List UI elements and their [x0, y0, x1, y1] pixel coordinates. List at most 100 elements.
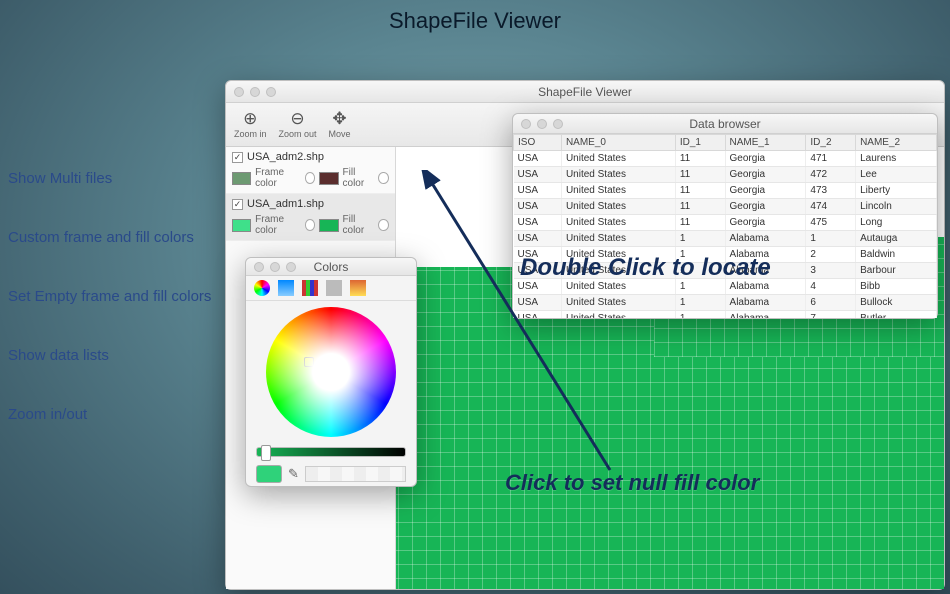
table-row[interactable]: USAUnited States1Alabama1Autauga [514, 231, 937, 247]
table-cell: USA [514, 183, 562, 199]
color-swatch-cells[interactable] [305, 466, 406, 482]
frame-color-clear[interactable] [305, 219, 316, 231]
table-cell: Georgia [725, 215, 806, 231]
table-row[interactable]: USAUnited States11Georgia475Long [514, 215, 937, 231]
table-cell: Georgia [725, 151, 806, 167]
window-controls[interactable] [226, 87, 276, 97]
table-cell: United States [561, 167, 675, 183]
table-cell: 473 [806, 183, 856, 199]
table-cell: Lincoln [856, 199, 937, 215]
table-row[interactable]: USAUnited States1Alabama7Butler [514, 311, 937, 319]
main-titlebar[interactable]: ShapeFile Viewer [226, 81, 944, 103]
move-button[interactable]: ✥ Move [329, 110, 351, 139]
fill-color-clear[interactable] [378, 219, 389, 231]
data-titlebar[interactable]: Data browser [513, 114, 937, 134]
table-row[interactable]: USAUnited States11Georgia471Laurens [514, 151, 937, 167]
zoom-icon[interactable] [553, 119, 563, 129]
column-header[interactable]: NAME_0 [561, 135, 675, 151]
fill-color-clear[interactable] [378, 172, 389, 184]
table-cell: United States [561, 199, 675, 215]
table-row[interactable]: USAUnited States11Georgia472Lee [514, 167, 937, 183]
color-picker-tabs[interactable] [246, 276, 416, 301]
table-cell: Baldwin [856, 247, 937, 263]
zoom-in-button[interactable]: ⊕ Zoom in [234, 110, 267, 139]
color-pencils-tab-icon[interactable] [350, 280, 366, 296]
table-row[interactable]: USAUnited States11Georgia473Liberty [514, 183, 937, 199]
table-cell: Georgia [725, 199, 806, 215]
table-cell: 11 [675, 151, 725, 167]
picked-color-swatch[interactable] [256, 465, 282, 483]
color-sliders-tab-icon[interactable] [278, 280, 294, 296]
column-header[interactable]: NAME_2 [856, 135, 937, 151]
table-cell: Autauga [856, 231, 937, 247]
eyedropper-icon[interactable]: ✎ [288, 466, 299, 482]
colors-titlebar[interactable]: Colors [246, 258, 416, 276]
layer-name: USA_adm1.shp [247, 198, 324, 210]
table-cell: United States [561, 295, 675, 311]
minimize-icon[interactable] [270, 262, 280, 272]
layer-checkbox[interactable]: ✓ [232, 199, 243, 210]
frame-color-swatch[interactable] [232, 219, 251, 232]
table-cell: Barbour [856, 263, 937, 279]
table-cell: USA [514, 295, 562, 311]
close-icon[interactable] [234, 87, 244, 97]
table-cell: 11 [675, 199, 725, 215]
data-browser-window: Data browser ISONAME_0ID_1NAME_1ID_2NAME… [512, 113, 938, 319]
close-icon[interactable] [521, 119, 531, 129]
data-table-wrap[interactable]: ISONAME_0ID_1NAME_1ID_2NAME_2 USAUnited … [513, 134, 937, 318]
table-cell: Bibb [856, 279, 937, 295]
zoom-out-button[interactable]: ⊖ Zoom out [279, 110, 317, 139]
zoom-out-icon: ⊖ [290, 110, 304, 128]
table-cell: United States [561, 183, 675, 199]
color-image-tab-icon[interactable] [326, 280, 342, 296]
color-palettes-tab-icon[interactable] [302, 280, 318, 296]
layer-item[interactable]: ✓ USA_adm1.shp Frame color Fill color [226, 194, 395, 241]
slider-thumb[interactable] [261, 445, 271, 461]
column-header[interactable]: ID_1 [675, 135, 725, 151]
table-cell: Lee [856, 167, 937, 183]
column-header[interactable]: ISO [514, 135, 562, 151]
callout-empty-colors: Set Empty frame and fill colors [8, 288, 228, 305]
fill-color-swatch[interactable] [319, 172, 338, 185]
table-cell: USA [514, 215, 562, 231]
layer-checkbox[interactable]: ✓ [232, 152, 243, 163]
color-wheel[interactable] [266, 307, 396, 437]
frame-color-swatch[interactable] [232, 172, 251, 185]
zoom-icon[interactable] [266, 87, 276, 97]
callout-data-lists: Show data lists [8, 347, 228, 364]
table-cell: Long [856, 215, 937, 231]
move-label: Move [329, 129, 351, 139]
frame-color-clear[interactable] [305, 172, 316, 184]
table-cell: Alabama [725, 311, 806, 319]
table-cell: 1 [806, 231, 856, 247]
column-header[interactable]: NAME_1 [725, 135, 806, 151]
table-cell: United States [561, 215, 675, 231]
fill-color-swatch[interactable] [319, 219, 338, 232]
zoom-icon[interactable] [286, 262, 296, 272]
table-cell: 472 [806, 167, 856, 183]
move-icon: ✥ [332, 110, 346, 128]
table-cell: 11 [675, 183, 725, 199]
close-icon[interactable] [254, 262, 264, 272]
table-cell: 475 [806, 215, 856, 231]
layer-item[interactable]: ✓ USA_adm2.shp Frame color Fill color [226, 147, 395, 194]
table-cell: 1 [675, 295, 725, 311]
table-row[interactable]: USAUnited States11Georgia474Lincoln [514, 199, 937, 215]
data-table[interactable]: ISONAME_0ID_1NAME_1ID_2NAME_2 USAUnited … [513, 134, 937, 318]
fill-color-label: Fill color [343, 167, 375, 189]
table-row[interactable]: USAUnited States1Alabama6Bullock [514, 295, 937, 311]
callout-zoom: Zoom in/out [8, 406, 228, 423]
column-header[interactable]: ID_2 [806, 135, 856, 151]
minimize-icon[interactable] [537, 119, 547, 129]
window-controls[interactable] [246, 262, 296, 272]
minimize-icon[interactable] [250, 87, 260, 97]
table-cell: 3 [806, 263, 856, 279]
callout-multi-files: Show Multi files [8, 170, 228, 187]
annotation-null-fill: Click to set null fill color [505, 470, 759, 496]
color-wheel-tab-icon[interactable] [254, 280, 270, 296]
window-controls[interactable] [513, 119, 563, 129]
table-cell: United States [561, 151, 675, 167]
table-cell: Alabama [725, 295, 806, 311]
color-wheel-marker[interactable] [304, 357, 314, 367]
brightness-slider[interactable] [256, 447, 406, 457]
